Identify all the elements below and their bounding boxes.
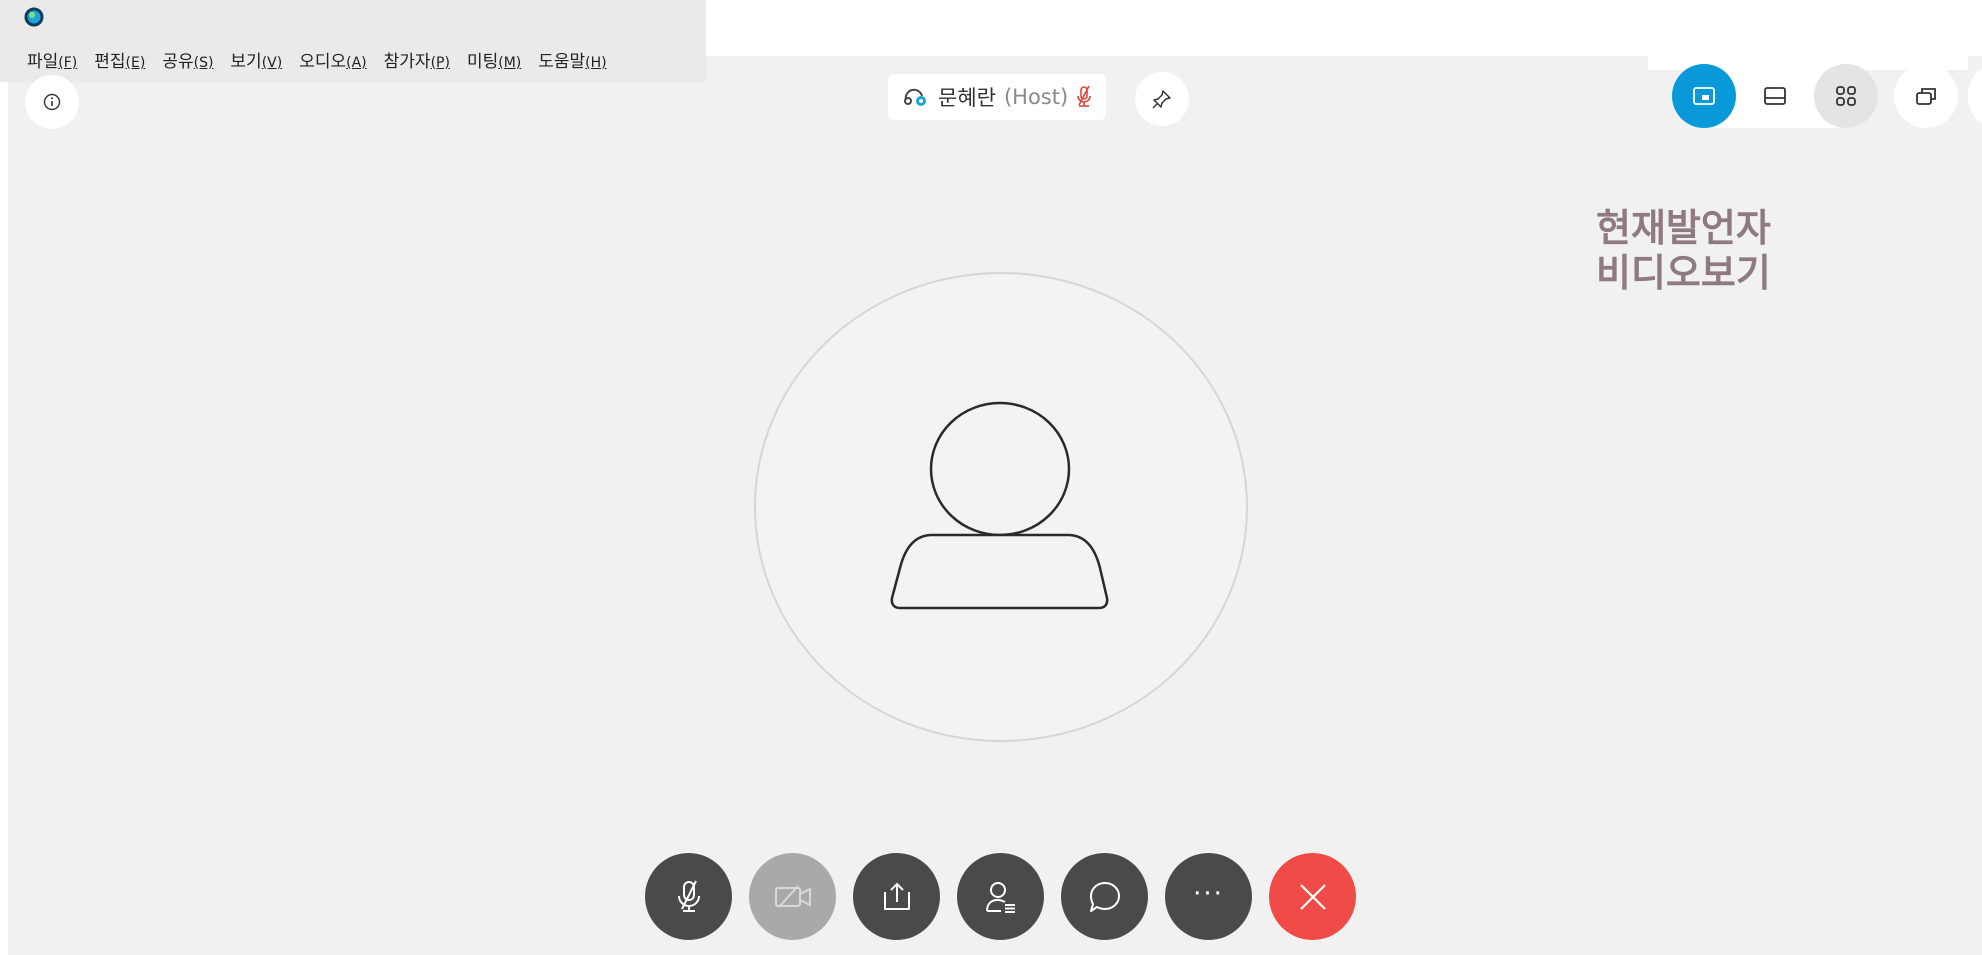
menu-bar: 파일(F) 편집(E) 공유(S) 보기(V) 오디오(A) 참가자(P) 미팅… <box>27 47 607 72</box>
grid-icon <box>1836 86 1856 106</box>
more-options-button[interactable]: ··· <box>1165 853 1252 940</box>
chat-button[interactable] <box>1061 853 1148 940</box>
menubar-window: 파일(F) 편집(E) 공유(S) 보기(V) 오디오(A) 참가자(P) 미팅… <box>0 0 706 82</box>
more-icon: ··· <box>1193 878 1224 909</box>
menu-help[interactable]: 도움말(H) <box>538 47 606 72</box>
close-icon <box>1299 883 1326 910</box>
participants-icon <box>985 881 1015 913</box>
pin-icon <box>1152 90 1171 109</box>
annotation-line-1: 현재발언자 <box>1596 206 1771 250</box>
video-button[interactable] <box>749 853 836 940</box>
layout-switcher <box>1672 64 1878 128</box>
annotation-line-2: 비디오보기 <box>1596 250 1771 295</box>
pin-button[interactable] <box>1135 72 1189 126</box>
popout-icon <box>1916 88 1936 105</box>
leave-meeting-button[interactable] <box>1269 853 1356 940</box>
menu-edit[interactable]: 편집(E) <box>94 47 145 72</box>
filmstrip-icon <box>1764 87 1786 105</box>
grid-view-button[interactable] <box>1814 64 1878 128</box>
mic-muted-icon <box>1077 85 1091 107</box>
menu-view[interactable]: 보기(V) <box>230 47 282 72</box>
speaker-role: (Host) <box>1003 85 1069 109</box>
info-icon <box>43 93 61 111</box>
popout-window-button[interactable] <box>1894 64 1958 128</box>
stage-view-icon <box>1693 87 1715 105</box>
speaker-name: 문혜란 <box>938 86 996 110</box>
active-speaker-label: 문혜란 (Host) <box>888 74 1107 120</box>
meeting-info-button[interactable] <box>25 75 79 129</box>
video-off-icon <box>774 884 811 908</box>
chat-icon <box>1089 881 1120 912</box>
mic-muted-icon <box>677 880 700 912</box>
menu-file[interactable]: 파일(F) <box>27 47 77 72</box>
app-logo-icon <box>24 7 44 27</box>
annotation-callout: 현재발언자 비디오보기 <box>1596 206 1771 296</box>
share-button[interactable] <box>853 853 940 940</box>
headset-icon <box>904 88 926 106</box>
filmstrip-view-button[interactable] <box>1743 64 1807 128</box>
person-placeholder-icon <box>890 401 1109 610</box>
share-icon <box>883 882 910 910</box>
menu-audio[interactable]: 오디오(A) <box>299 47 366 72</box>
menu-participants[interactable]: 참가자(P) <box>384 47 450 72</box>
stage-view-button[interactable] <box>1672 64 1736 128</box>
mute-button[interactable] <box>645 853 732 940</box>
meeting-controls: ··· <box>645 853 1356 940</box>
menu-share[interactable]: 공유(S) <box>162 47 213 72</box>
participants-button[interactable] <box>957 853 1044 940</box>
menu-meeting[interactable]: 미팅(M) <box>467 47 521 72</box>
